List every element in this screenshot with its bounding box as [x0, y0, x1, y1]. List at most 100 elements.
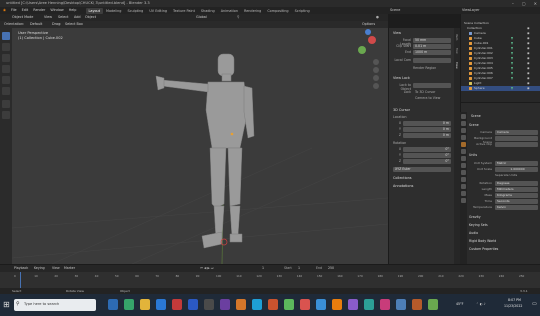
- scale-tool-icon[interactable]: [2, 76, 10, 84]
- tab-tool[interactable]: Tool: [455, 48, 459, 53]
- orientation-dropdown[interactable]: Default: [30, 22, 42, 26]
- menu-view[interactable]: View: [44, 15, 52, 19]
- app-icon-1[interactable]: [172, 299, 182, 310]
- playback-menu[interactable]: Playback: [14, 266, 28, 270]
- physics-properties-icon[interactable]: [461, 170, 466, 175]
- menu-render[interactable]: Render: [33, 8, 45, 12]
- rotate-tool-icon[interactable]: [2, 65, 10, 73]
- 3d-cursor-title[interactable]: 3D Cursor: [393, 108, 410, 112]
- outliner-item-sphere[interactable]: Sphere ◉: [461, 86, 540, 91]
- gizmo-z-icon[interactable]: [365, 29, 371, 35]
- start-frame-field[interactable]: 1: [298, 266, 300, 270]
- move-tool-icon[interactable]: [2, 54, 10, 62]
- shading-solid-icon[interactable]: ●: [376, 15, 379, 19]
- mode-dropdown[interactable]: Object Mode: [12, 15, 33, 19]
- tab-uv-editing[interactable]: UV Editing: [147, 8, 170, 14]
- clip-start-field[interactable]: 0.01 m: [413, 44, 451, 49]
- view-panel-title[interactable]: View: [393, 31, 401, 35]
- view-layer-properties-icon[interactable]: [461, 135, 466, 140]
- cursor-x-field[interactable]: 0 m: [403, 121, 451, 126]
- 3d-viewport[interactable]: User Perspective (1) Collection | Cube.0…: [12, 28, 388, 264]
- app-icon-7[interactable]: [268, 299, 278, 310]
- menu-file[interactable]: File: [11, 8, 17, 12]
- scene-camera-field[interactable]: Camera: [495, 130, 538, 135]
- rotation-x-field[interactable]: 0°: [403, 147, 451, 152]
- texture-properties-icon[interactable]: [461, 198, 466, 203]
- tray-icons[interactable]: ⌃ ◐ ♪: [476, 302, 486, 306]
- camera-to-view-checkbox[interactable]: Camera to View: [415, 96, 440, 100]
- rotation-z-field[interactable]: 0°: [403, 159, 451, 164]
- mass-units-dropdown[interactable]: Kilograms: [495, 193, 538, 198]
- clock-date[interactable]: 11/23/2022: [504, 304, 522, 308]
- notification-icon[interactable]: ▭: [532, 301, 537, 307]
- tab-modeling[interactable]: Modeling: [104, 8, 124, 14]
- tab-sculpting[interactable]: Sculpting: [125, 8, 146, 14]
- keying-menu[interactable]: Keying: [34, 266, 45, 270]
- drag-dropdown[interactable]: Select Box: [65, 22, 83, 26]
- cursor-z-field[interactable]: 0 m: [403, 133, 451, 138]
- tab-layout[interactable]: Layout: [86, 7, 103, 14]
- scene-section-title[interactable]: Scene: [469, 123, 479, 127]
- pan-icon[interactable]: [373, 67, 379, 73]
- data-properties-icon[interactable]: [461, 184, 466, 189]
- clock-time[interactable]: 8:07 PM: [508, 298, 521, 302]
- cursor-tool-icon[interactable]: [2, 43, 10, 51]
- app-icon-13[interactable]: [380, 299, 390, 310]
- temperature-units-dropdown[interactable]: Kelvin: [495, 205, 538, 210]
- app-icon-3[interactable]: [204, 299, 214, 310]
- maximize-button[interactable]: ▢: [522, 1, 526, 6]
- rotation-units-dropdown[interactable]: Degrees: [495, 181, 538, 186]
- options-dropdown[interactable]: Options: [362, 22, 375, 26]
- transform-tool-icon[interactable]: [2, 87, 10, 95]
- constraint-properties-icon[interactable]: [461, 177, 466, 182]
- render-properties-icon[interactable]: [461, 121, 466, 126]
- menu-help[interactable]: Help: [69, 8, 77, 12]
- transform-orientation-dropdown[interactable]: Global: [196, 15, 207, 19]
- focal-length-field[interactable]: 50 mm: [413, 38, 451, 43]
- output-properties-icon[interactable]: [461, 128, 466, 133]
- tab-rendering[interactable]: Rendering: [241, 8, 263, 14]
- clip-end-field[interactable]: 1000 m: [413, 50, 451, 55]
- tab-shading[interactable]: Shading: [198, 8, 217, 14]
- scene-properties-icon[interactable]: [461, 142, 466, 147]
- lock-3d-cursor-checkbox[interactable]: To 3D Cursor: [415, 90, 435, 94]
- rotation-mode-dropdown[interactable]: XYZ Euler: [393, 167, 451, 172]
- menu-select[interactable]: Select: [58, 15, 68, 19]
- app-icon-5[interactable]: [236, 299, 246, 310]
- snap-icon[interactable]: ⚲: [237, 15, 239, 19]
- playhead[interactable]: [20, 272, 21, 289]
- tab-texture-paint[interactable]: Texture Paint: [171, 8, 198, 14]
- gizmo-x-icon[interactable]: [368, 36, 376, 44]
- units-section-title[interactable]: Units: [469, 153, 477, 157]
- navigation-gizmo[interactable]: [358, 29, 376, 54]
- scene-selector[interactable]: Scene: [390, 8, 400, 12]
- tab-view[interactable]: View: [455, 62, 459, 69]
- windows-start-icon[interactable]: ⊞: [3, 300, 10, 309]
- view-layer-selector[interactable]: ViewLayer: [462, 8, 480, 12]
- blender-taskbar-icon[interactable]: [332, 299, 342, 310]
- cursor-y-field[interactable]: 0 m: [403, 127, 451, 132]
- collections-panel-title[interactable]: Collections: [393, 176, 412, 180]
- menu-object[interactable]: Object: [85, 15, 96, 19]
- rigid-body-section-title[interactable]: Rigid Body World: [469, 239, 496, 243]
- object-properties-icon[interactable]: [461, 156, 466, 161]
- separate-units-checkbox[interactable]: Separate Units: [495, 173, 535, 177]
- tab-compositing[interactable]: Compositing: [265, 8, 291, 14]
- file-explorer-icon[interactable]: [140, 299, 150, 310]
- active-clip-field[interactable]: [495, 142, 538, 147]
- audio-section-title[interactable]: Audio: [469, 231, 478, 235]
- app-icon-9[interactable]: [300, 299, 310, 310]
- task-view-icon[interactable]: [108, 299, 118, 310]
- timeline-view-menu[interactable]: View: [52, 266, 60, 270]
- app-icon-14[interactable]: [396, 299, 406, 310]
- tab-animation[interactable]: Animation: [218, 8, 240, 14]
- app-icon-8[interactable]: [284, 299, 294, 310]
- keying-sets-section-title[interactable]: Keying Sets: [469, 223, 488, 227]
- unit-scale-field[interactable]: 1.000000: [495, 167, 538, 172]
- tab-scripting[interactable]: Scripting: [292, 8, 312, 14]
- app-icon-2[interactable]: [188, 299, 198, 310]
- select-box-tool-icon[interactable]: [2, 32, 10, 40]
- app-icon-15[interactable]: [412, 299, 422, 310]
- app-icon-16[interactable]: [428, 299, 438, 310]
- marker-menu[interactable]: Marker: [64, 266, 75, 270]
